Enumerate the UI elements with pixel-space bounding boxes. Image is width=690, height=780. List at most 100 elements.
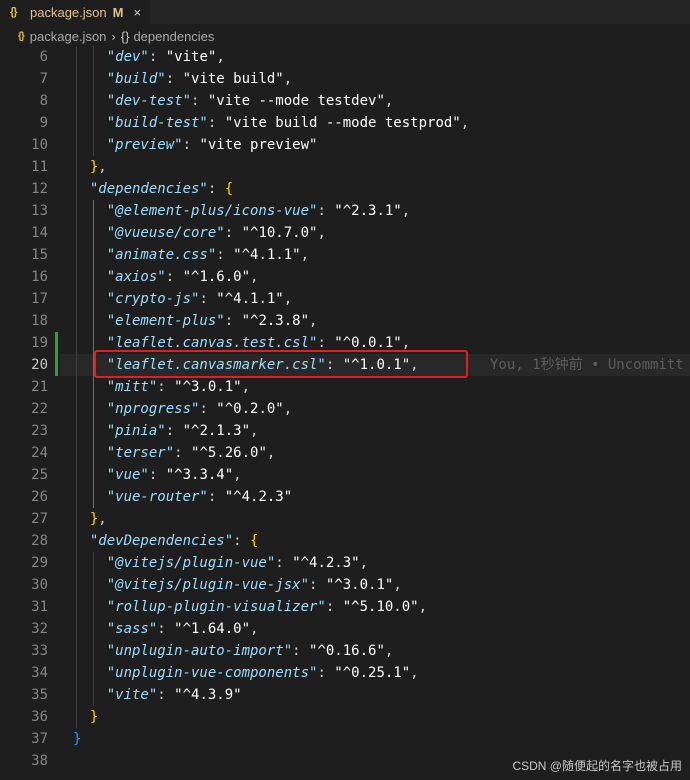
code-line[interactable]: 23 "pinia": "^2.1.3", bbox=[0, 420, 690, 442]
punctuation: : bbox=[275, 555, 293, 571]
code-line[interactable]: 10 "preview": "vite preview" bbox=[0, 134, 690, 156]
code-line[interactable]: 11 }, bbox=[0, 156, 690, 178]
json-value: "^4.2.3" bbox=[224, 489, 293, 505]
json-key: "unplugin-auto-import" bbox=[106, 643, 293, 659]
code-line[interactable]: 36 } bbox=[0, 706, 690, 728]
code-text: "axios": "^1.6.0", bbox=[73, 266, 259, 288]
code-line[interactable]: 35 "vite": "^4.3.9" bbox=[0, 684, 690, 706]
json-key: "build" bbox=[106, 71, 166, 87]
json-value: "^0.0.1" bbox=[334, 335, 402, 351]
breadcrumb: {} package.json › {} dependencies bbox=[0, 24, 690, 48]
punctuation: , bbox=[401, 203, 411, 219]
indent-guide bbox=[93, 46, 94, 156]
code-text: "@vitejs/plugin-vue-jsx": "^3.0.1", bbox=[73, 574, 402, 596]
code-text: "terser": "^5.26.0", bbox=[73, 442, 276, 464]
code-line[interactable]: 29 "@vitejs/plugin-vue": "^4.2.3", bbox=[0, 552, 690, 574]
json-value: "vite build --mode testprod" bbox=[224, 115, 461, 131]
code-text: "element-plus": "^2.3.8", bbox=[73, 310, 318, 332]
code-line[interactable]: 16 "axios": "^1.6.0", bbox=[0, 266, 690, 288]
code-line[interactable]: 12 "dependencies": { bbox=[0, 178, 690, 200]
json-value: "^0.16.6" bbox=[309, 643, 385, 659]
code-line[interactable]: 18 "element-plus": "^2.3.8", bbox=[0, 310, 690, 332]
breadcrumb-path[interactable]: dependencies bbox=[133, 29, 214, 44]
json-key: "element-plus" bbox=[106, 313, 225, 329]
json-key: "vite" bbox=[106, 687, 158, 703]
code-line[interactable]: 32 "sass": "^1.64.0", bbox=[0, 618, 690, 640]
line-number: 23 bbox=[31, 423, 48, 439]
line-number: 20 bbox=[31, 357, 48, 373]
punctuation: : bbox=[157, 687, 175, 703]
code-line[interactable]: 21 "mitt": "^3.0.1", bbox=[0, 376, 690, 398]
json-key: "rollup-plugin-visualizer" bbox=[106, 599, 326, 615]
json-key: "@vitejs/plugin-vue" bbox=[106, 555, 276, 571]
json-key: "terser" bbox=[106, 445, 175, 461]
code-text: "dev-test": "vite --mode testdev", bbox=[73, 90, 394, 112]
line-number: 14 bbox=[31, 225, 48, 241]
code-line[interactable]: 22 "nprogress": "^0.2.0", bbox=[0, 398, 690, 420]
punctuation: , bbox=[309, 313, 318, 329]
code-line[interactable]: 9 "build-test": "vite build --mode testp… bbox=[0, 112, 690, 134]
json-key: "@element-plus/icons-vue" bbox=[106, 203, 318, 219]
breadcrumb-file[interactable]: package.json bbox=[30, 29, 107, 44]
punctuation: , bbox=[300, 247, 310, 263]
code-line[interactable]: 13 "@element-plus/icons-vue": "^2.3.1", bbox=[0, 200, 690, 222]
code-line[interactable]: 30 "@vitejs/plugin-vue-jsx": "^3.0.1", bbox=[0, 574, 690, 596]
json-key: "preview" bbox=[106, 137, 183, 153]
indent-guide bbox=[76, 46, 77, 728]
punctuation: , bbox=[283, 71, 293, 87]
punctuation: : bbox=[165, 269, 183, 285]
close-icon[interactable]: × bbox=[133, 5, 141, 20]
code-text: "devDependencies": { bbox=[73, 530, 259, 552]
line-number: 27 bbox=[31, 511, 48, 527]
code-line[interactable]: 14 "@vueuse/core": "^10.7.0", bbox=[0, 222, 690, 244]
line-number: 8 bbox=[39, 93, 48, 109]
code-line[interactable]: 33 "unplugin-auto-import": "^0.16.6", bbox=[0, 640, 690, 662]
code-line[interactable]: 26 "vue-router": "^4.2.3" bbox=[0, 486, 690, 508]
punctuation: : bbox=[216, 247, 234, 263]
json-value: "^2.3.8" bbox=[241, 313, 310, 329]
code-line[interactable]: 25 "vue": "^3.3.4", bbox=[0, 464, 690, 486]
punctuation: , bbox=[401, 335, 411, 351]
highlight-box bbox=[94, 350, 468, 378]
json-value: "^3.0.1" bbox=[174, 379, 242, 395]
json-key: "vue" bbox=[106, 467, 149, 483]
code-line[interactable]: 34 "unplugin-vue-components": "^0.25.1", bbox=[0, 662, 690, 684]
code-line[interactable]: 7 "build": "vite build", bbox=[0, 68, 690, 90]
code-line[interactable]: 17 "crypto-js": "^4.1.1", bbox=[0, 288, 690, 310]
line-number: 24 bbox=[31, 445, 48, 461]
punctuation: : bbox=[148, 49, 166, 65]
punctuation: , bbox=[384, 93, 394, 109]
code-text: "@vueuse/core": "^10.7.0", bbox=[73, 222, 326, 244]
line-number: 18 bbox=[31, 313, 48, 329]
json-key: "animate.css" bbox=[106, 247, 217, 263]
code-text: }, bbox=[73, 156, 107, 178]
code-line[interactable]: 31 "rollup-plugin-visualizer": "^5.10.0"… bbox=[0, 596, 690, 618]
line-number: 26 bbox=[31, 489, 48, 505]
tab-package-json[interactable]: {} package.json M × bbox=[0, 0, 150, 24]
object-icon: {} bbox=[120, 28, 130, 44]
brace: } bbox=[89, 709, 99, 725]
punctuation: , bbox=[359, 555, 369, 571]
code-text: "unplugin-auto-import": "^0.16.6", bbox=[73, 640, 394, 662]
punctuation: , bbox=[384, 643, 394, 659]
punctuation: , bbox=[241, 379, 251, 395]
code-line[interactable]: 6 "dev": "vite", bbox=[0, 46, 690, 68]
code-line[interactable]: 24 "terser": "^5.26.0", bbox=[0, 442, 690, 464]
code-line[interactable]: 28 "devDependencies": { bbox=[0, 530, 690, 552]
punctuation: : bbox=[199, 291, 217, 307]
code-line[interactable]: 8 "dev-test": "vite --mode testdev", bbox=[0, 90, 690, 112]
code-line[interactable]: 37} bbox=[0, 728, 690, 750]
punctuation: : bbox=[182, 137, 200, 153]
code-line[interactable]: 15 "animate.css": "^4.1.1", bbox=[0, 244, 690, 266]
line-number: 13 bbox=[31, 203, 48, 219]
punctuation: , bbox=[460, 115, 470, 131]
code-line[interactable]: 27 }, bbox=[0, 508, 690, 530]
